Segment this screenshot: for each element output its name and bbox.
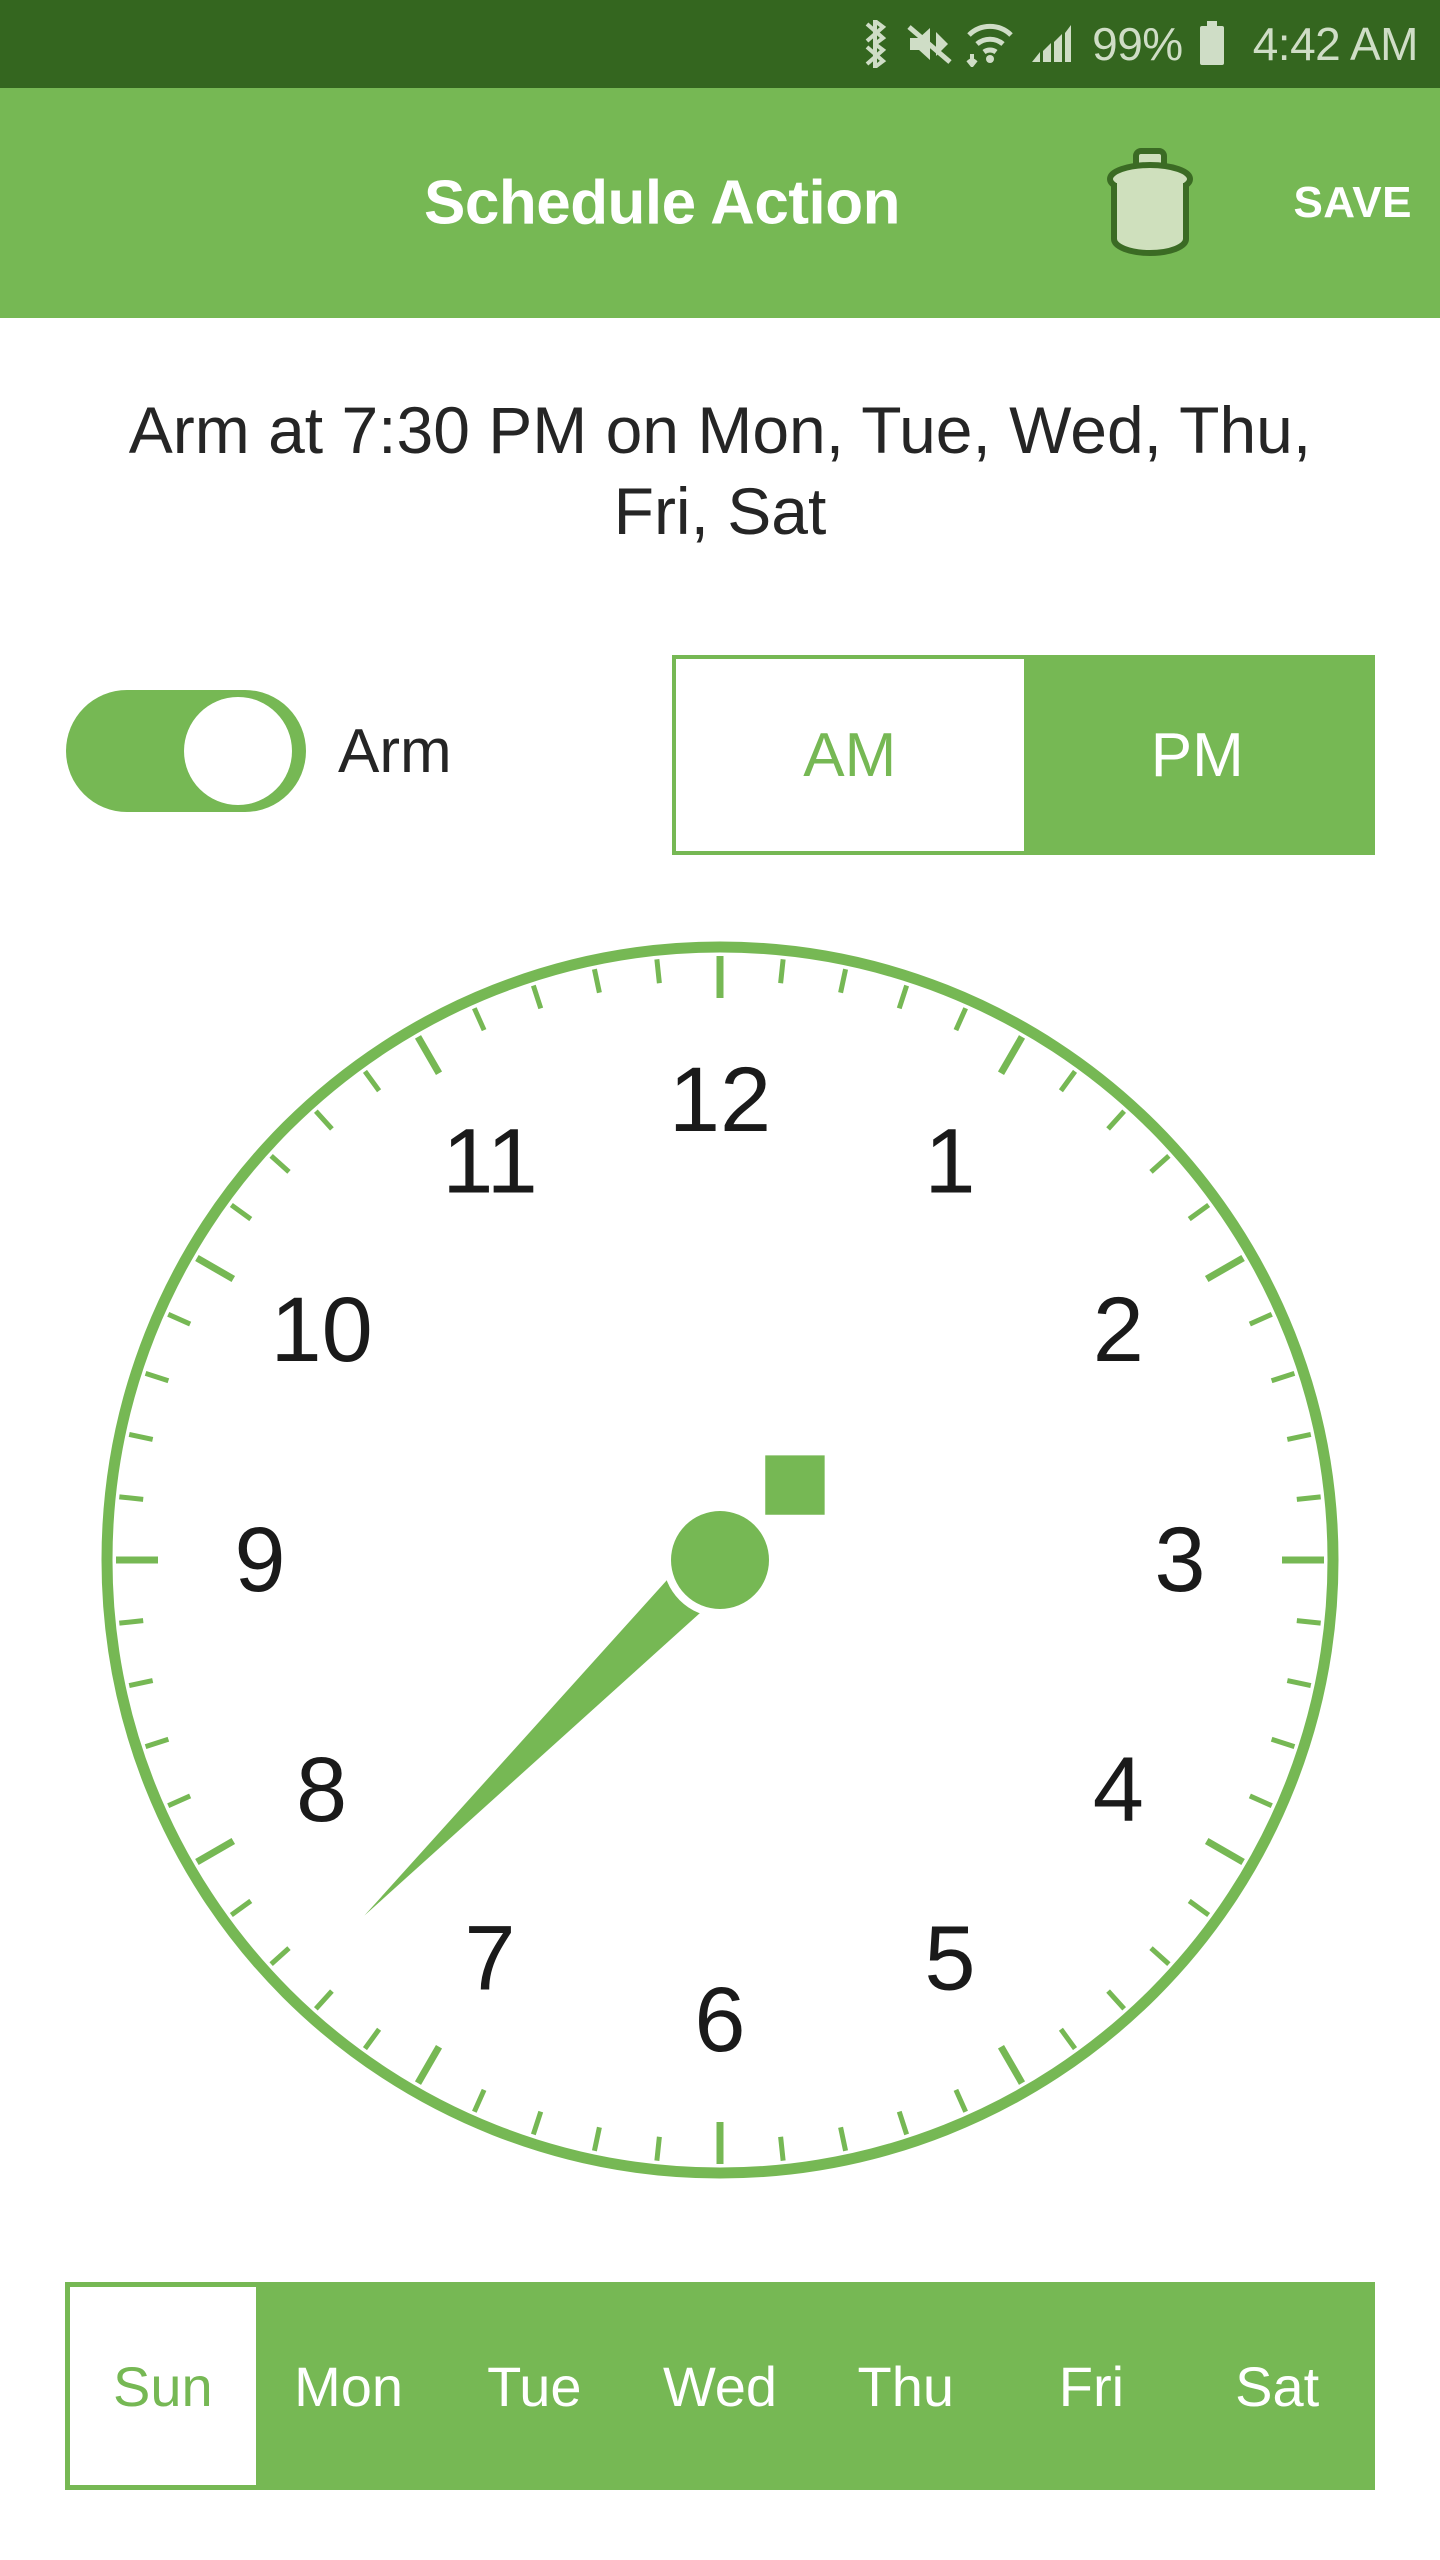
clock-numeral: 7 (464, 1907, 515, 2009)
clock-numeral: 9 (234, 1509, 285, 1611)
arm-toggle-label: Arm (338, 716, 452, 786)
day-option-fri[interactable]: Fri (998, 2287, 1185, 2485)
arm-toggle-group: Arm (66, 690, 452, 812)
controls-row: Arm AM PM (0, 655, 1440, 855)
clock-numeral: 12 (669, 1049, 771, 1151)
clock-numeral: 5 (924, 1907, 975, 2009)
clock-numeral: 6 (694, 1969, 745, 2071)
clock-numeral: 3 (1154, 1509, 1205, 1611)
status-bar: 99% 4:42 AM (0, 0, 1440, 88)
arm-toggle-switch[interactable] (66, 690, 306, 812)
clock-numeral: 2 (1093, 1279, 1144, 1381)
delete-button[interactable] (1085, 138, 1215, 268)
status-clock-label: 4:42 AM (1252, 18, 1419, 70)
clock-numeral: 8 (296, 1739, 347, 1841)
app-bar: Schedule Action SAVE (0, 88, 1440, 318)
clock-numeral: 4 (1093, 1739, 1144, 1841)
day-option-sat[interactable]: Sat (1184, 2287, 1371, 2485)
bluetooth-icon (865, 20, 887, 68)
meridiem-option-pm[interactable]: PM (1023, 659, 1371, 851)
status-icons: 99% 4:42 AM (858, 18, 1419, 70)
wifi-icon (966, 23, 1013, 67)
save-button[interactable]: SAVE (1293, 178, 1412, 228)
meridiem-selector: AM PM (672, 655, 1375, 855)
day-option-tue[interactable]: Tue (441, 2287, 628, 2485)
day-of-week-selector: Sun Mon Tue Wed Thu Fri Sat (65, 2282, 1375, 2490)
battery-percent-label: 99% (1092, 18, 1183, 70)
signal-icon (1032, 25, 1072, 62)
toggle-knob (184, 697, 292, 805)
analog-clock-face[interactable]: 121234567891011 (75, 915, 1365, 2205)
page-title: Schedule Action (424, 168, 900, 238)
trash-icon (1107, 148, 1193, 256)
clock-numeral: 10 (270, 1279, 372, 1381)
day-option-thu[interactable]: Thu (812, 2287, 999, 2485)
meridiem-option-am[interactable]: AM (676, 659, 1024, 851)
day-option-sun[interactable]: Sun (70, 2287, 256, 2485)
clock-numeral: 1 (924, 1111, 975, 1213)
day-option-wed[interactable]: Wed (627, 2287, 813, 2485)
mute-icon (907, 25, 952, 64)
clock-numeral: 11 (442, 1111, 538, 1213)
schedule-summary-text: Arm at 7:30 PM on Mon, Tue, Wed, Thu, Fr… (128, 393, 1312, 548)
schedule-action-screen: 99% 4:42 AM Schedule Action SAVE Arm at … (0, 0, 1440, 2560)
battery-icon (1199, 21, 1224, 65)
day-option-mon[interactable]: Mon (255, 2287, 442, 2485)
clock-picker[interactable]: 12 1 2 3 4 5 6 7 8 9 10 11 (0, 915, 1440, 2205)
